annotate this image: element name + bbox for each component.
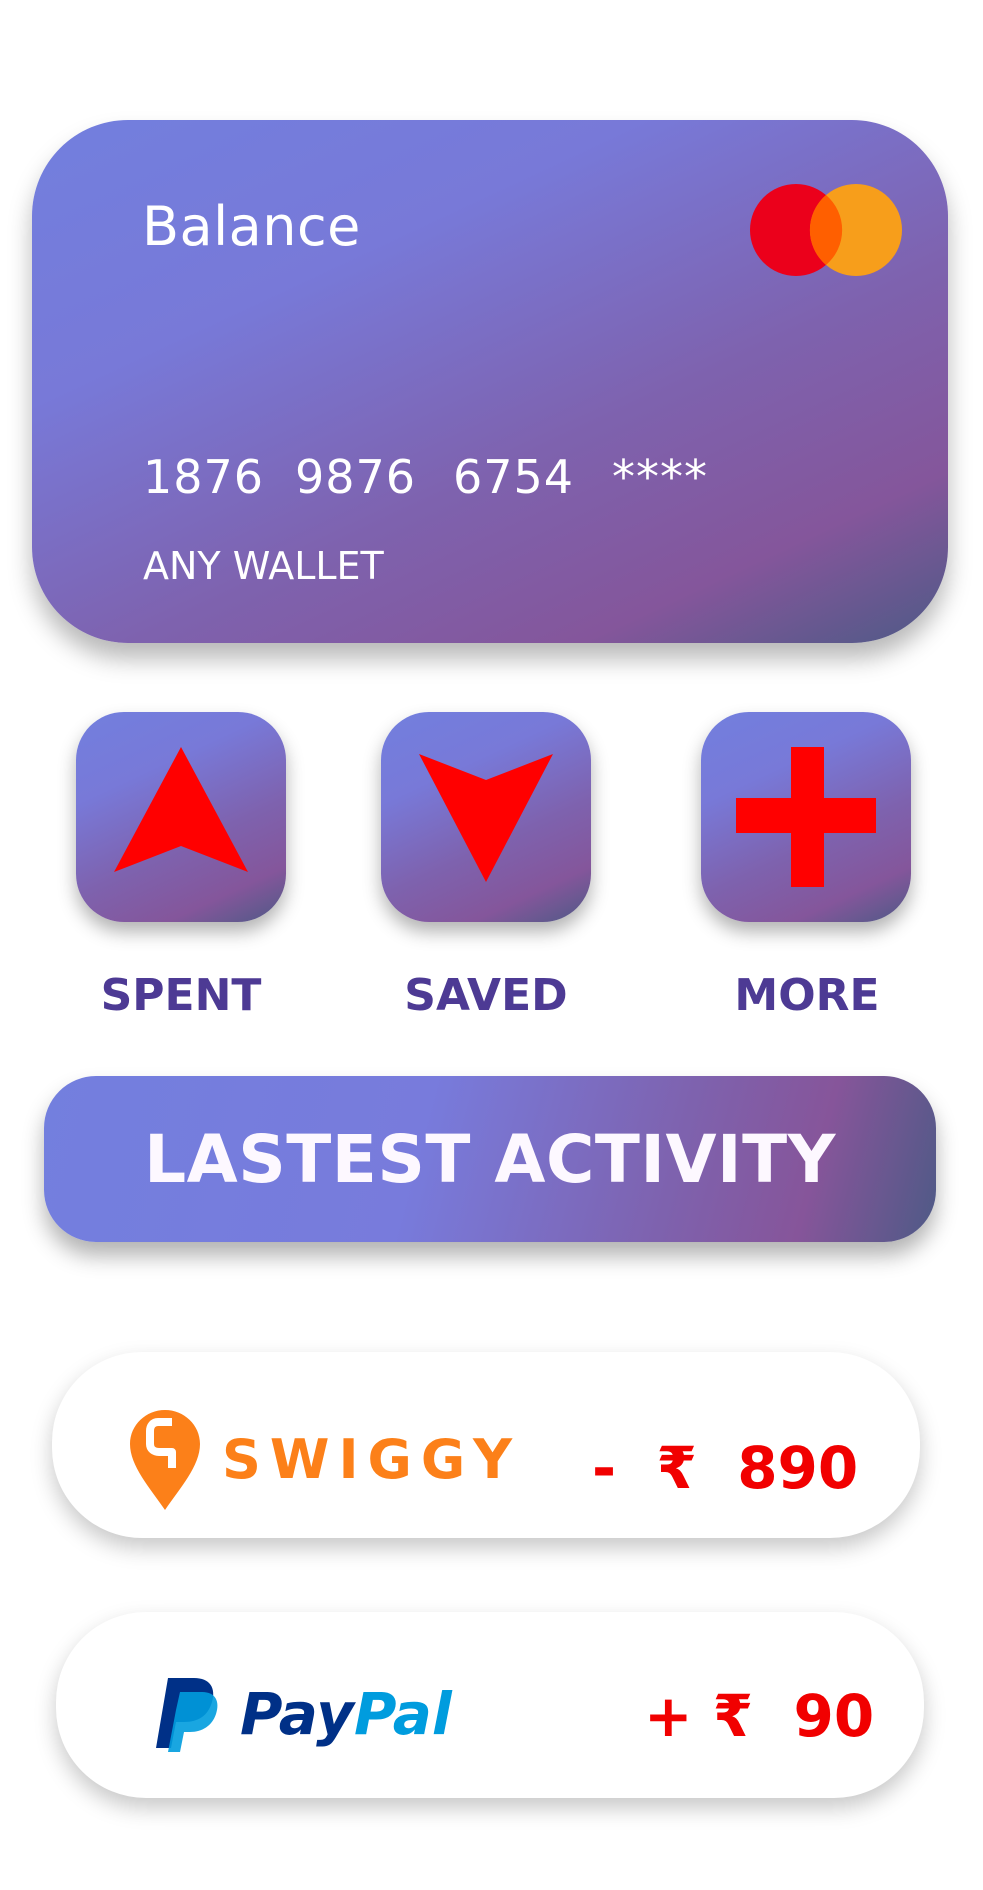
more-label: MORE	[734, 970, 880, 1021]
swiggy-logo-icon	[130, 1410, 200, 1510]
spent-label: SPENT	[100, 970, 262, 1021]
more-button[interactable]	[701, 712, 911, 922]
card-title: Balance	[142, 195, 361, 258]
transaction-paypal[interactable]: PayPal + ₹ 90	[56, 1612, 924, 1798]
paypal-amount: + ₹ 90	[644, 1682, 875, 1750]
swiggy-merchant-name: SWIGGY	[222, 1428, 522, 1491]
card-number-group-3: 6754	[453, 450, 575, 504]
transaction-swiggy[interactable]: SWIGGY - ₹ 890	[52, 1352, 920, 1538]
card-number-group-4: ****	[612, 450, 708, 504]
arrow-down-icon	[419, 754, 553, 882]
spent-button[interactable]	[76, 712, 286, 922]
paypal-merchant-name: PayPal	[240, 1680, 452, 1748]
mastercard-logo-icon	[750, 184, 902, 276]
saved-label: SAVED	[404, 970, 568, 1021]
latest-activity-banner: LASTEST ACTIVITY	[44, 1076, 936, 1242]
card-number-group-1: 1876	[143, 450, 265, 504]
plus-icon	[736, 747, 876, 887]
paypal-logo-icon	[156, 1678, 218, 1752]
latest-activity-title: LASTEST ACTIVITY	[144, 1120, 836, 1198]
swiggy-amount: - ₹ 890	[592, 1434, 859, 1502]
saved-button[interactable]	[381, 712, 591, 922]
balance-card[interactable]: Balance 1876 9876 6754 **** ANY WALLET	[32, 120, 948, 643]
card-number-group-2: 9876	[295, 450, 417, 504]
arrow-up-icon	[114, 747, 248, 872]
card-holder-name: ANY WALLET	[143, 544, 384, 588]
